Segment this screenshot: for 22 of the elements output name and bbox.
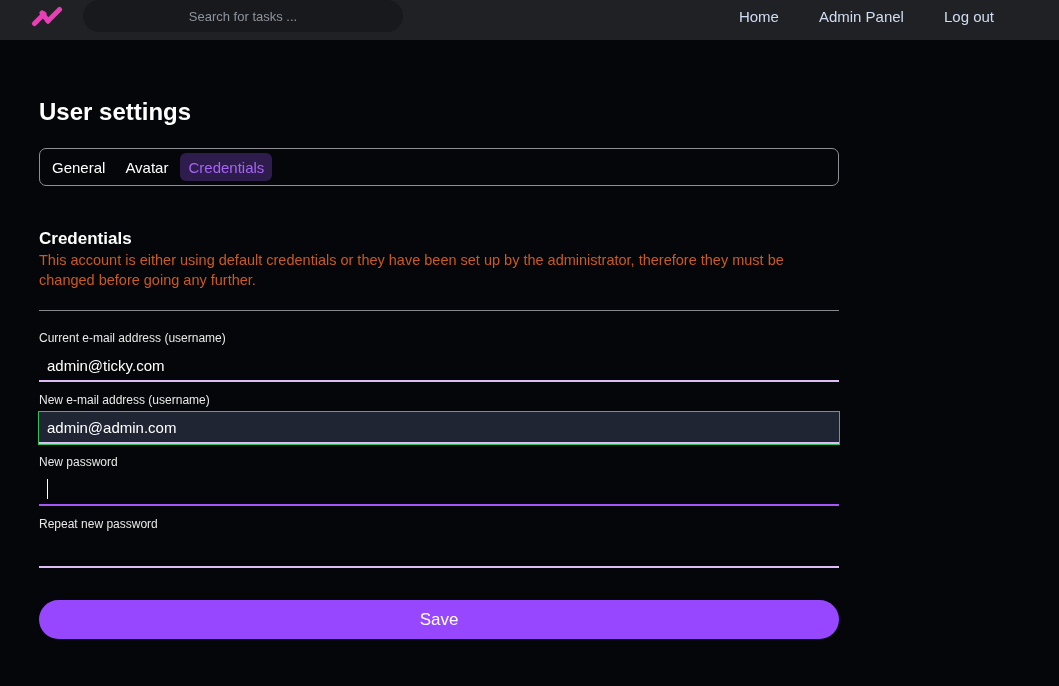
nav-link[interactable]: Admin Panel [798,7,924,25]
settings-tab[interactable]: Avatar [117,153,177,181]
nav-link[interactable]: Home [718,7,799,25]
field-label: Current e-mail address (username) [39,330,227,346]
field-label: New e-mail address (username) [39,392,211,408]
settings-tab[interactable]: Credentials [180,153,273,181]
nav-link[interactable]: Log out [923,7,1014,25]
save-button[interactable]: Save [39,600,839,639]
field-value: admin@ticky.com [47,356,165,374]
page-title: User settings [39,97,193,127]
section-heading: Credentials [39,229,133,249]
settings-tab[interactable]: General [44,153,114,181]
search-placeholder: Search for tasks ... [188,8,298,24]
search-field[interactable]: Search for tasks ... [83,0,403,32]
input-field[interactable]: admin@ticky.com [39,350,839,382]
logo-icon[interactable] [31,5,63,27]
field-label: New password [39,454,119,470]
warning-text: This account is either using default credentials or they have been set up by the administrator, therefore they must be changed before going any further. [39,251,785,290]
field-value: admin@admin.com [47,418,177,436]
input-field[interactable]: admin@admin.com [39,412,839,444]
field-label: Repeat new password [39,516,159,532]
text-caret-icon [47,479,48,499]
